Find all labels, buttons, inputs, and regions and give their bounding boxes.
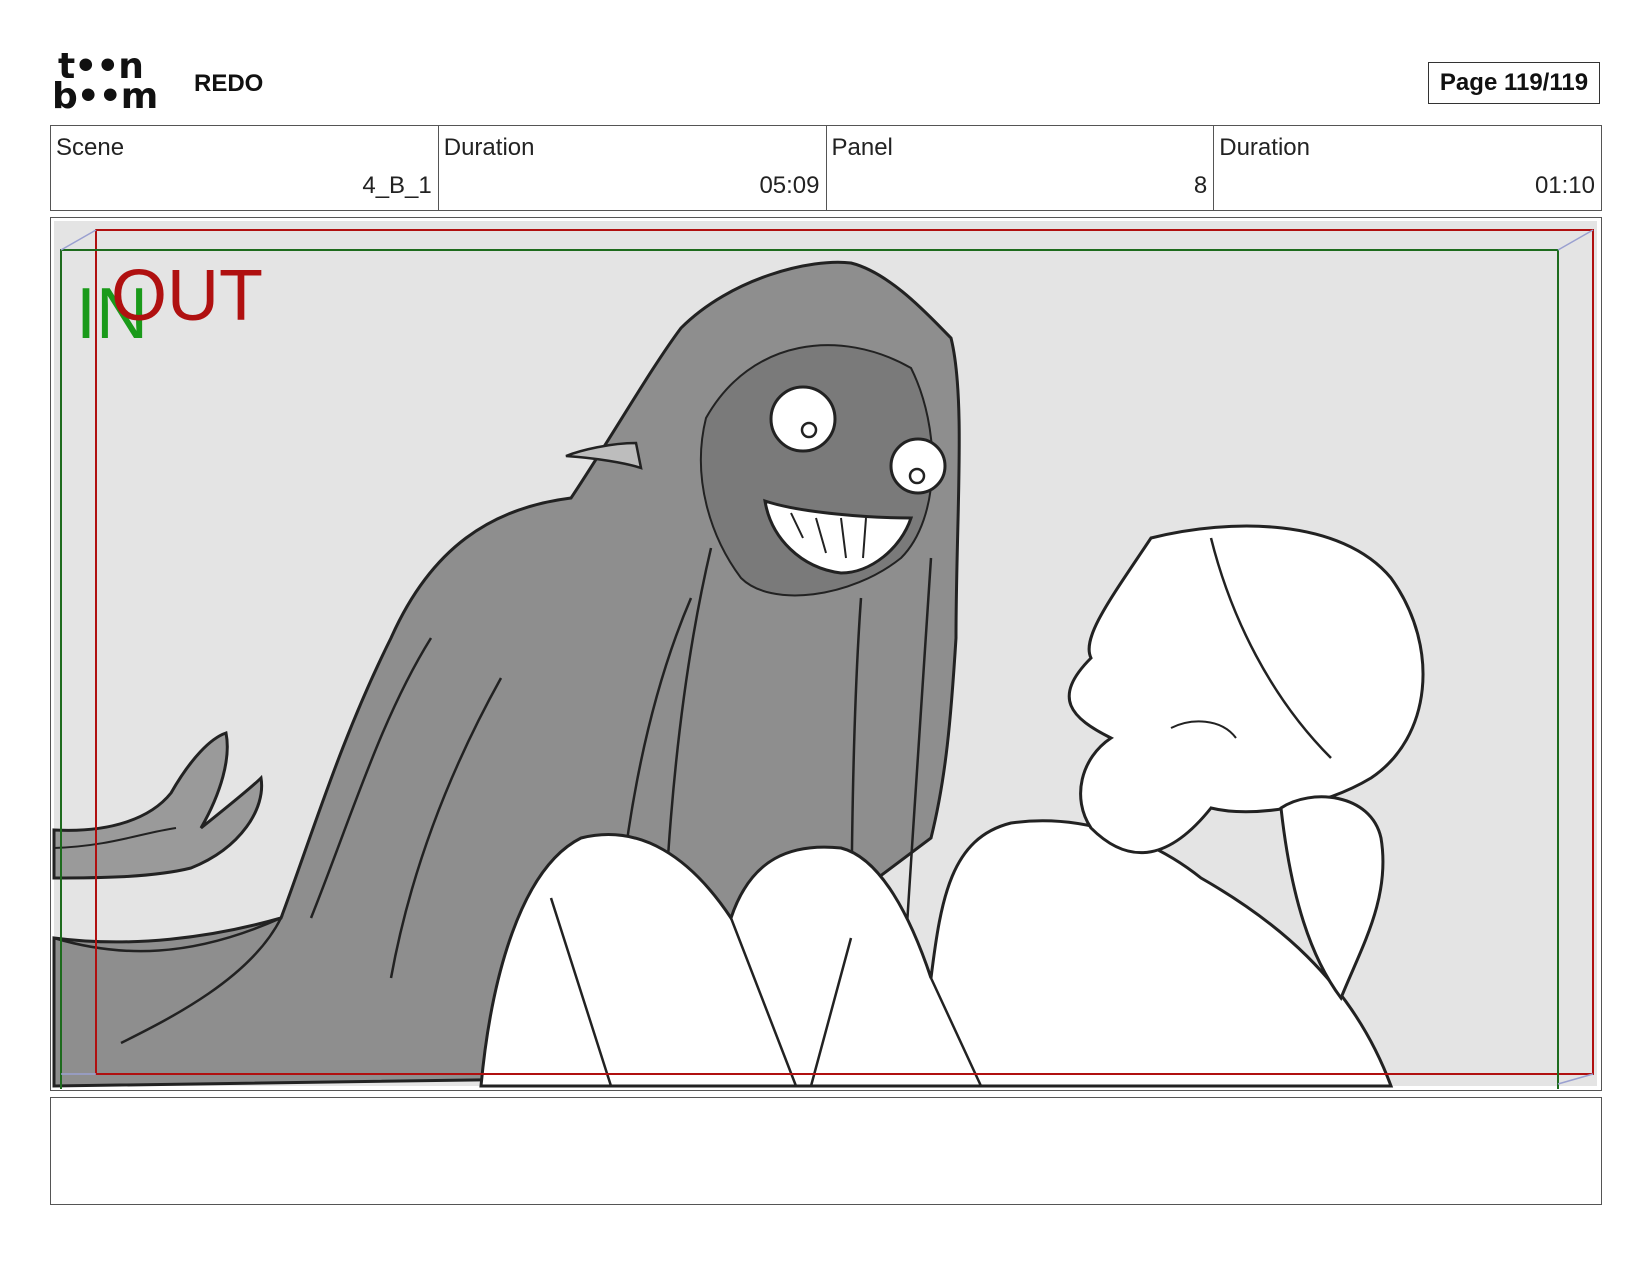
panel-duration-label: Duration	[1219, 134, 1310, 161]
panel-label: Panel	[831, 134, 893, 161]
scene-value: 4_B_1	[362, 172, 432, 199]
panel-notes	[50, 1097, 1602, 1205]
panel-duration-value: 01:10	[1534, 172, 1595, 199]
project-title: REDO	[194, 70, 264, 97]
panel-value: 8	[1193, 172, 1208, 199]
scene-label: Scene	[56, 134, 125, 161]
out-marker: OUT	[111, 256, 263, 336]
storyboard-panel: IN OUT	[50, 217, 1602, 1091]
page-indicator: Page 119/119	[1428, 62, 1600, 104]
panel-cell: Panel 8	[827, 126, 1215, 210]
toonboom-logo: t••n b••m	[52, 49, 172, 118]
logo-line-2: b••m	[52, 76, 158, 117]
scene-cell: Scene 4_B_1	[51, 126, 439, 210]
panel-duration-cell: Duration 01:10	[1214, 126, 1601, 210]
scene-duration-value: 05:09	[759, 172, 820, 199]
scene-duration-cell: Duration 05:09	[439, 126, 827, 210]
panel-info-row: Scene 4_B_1 Duration 05:09 Panel 8 Durat…	[50, 125, 1602, 211]
scene-duration-label: Duration	[443, 134, 535, 161]
panel-artwork: IN OUT	[52, 221, 1597, 1089]
